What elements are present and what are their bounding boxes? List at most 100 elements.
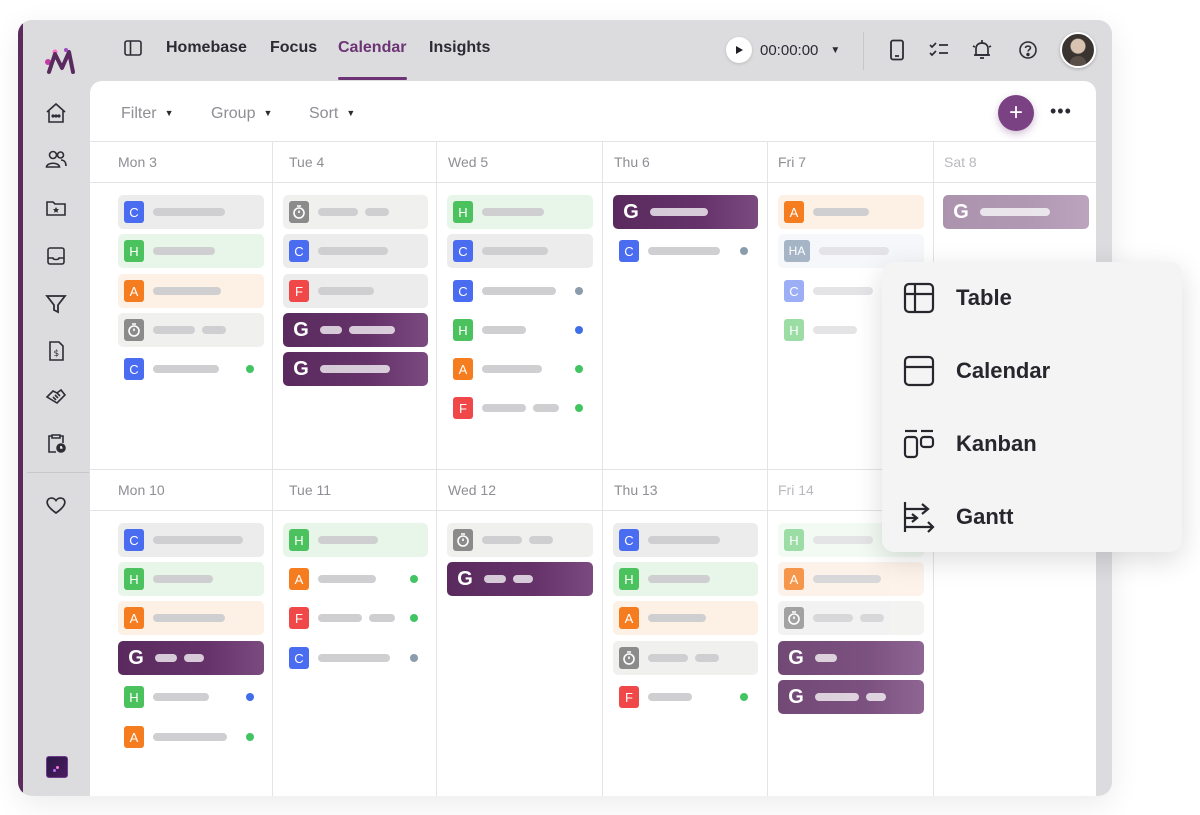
sort-dropdown[interactable]: Sort ▼: [309, 105, 355, 123]
event-title-placeholder: [813, 536, 873, 544]
event-card[interactable]: C: [613, 234, 758, 268]
google-event-card[interactable]: G: [778, 680, 924, 714]
home-icon[interactable]: [43, 100, 69, 126]
event-card[interactable]: F: [447, 391, 593, 425]
filter-icon[interactable]: [43, 291, 69, 317]
task-checklist-icon[interactable]: [927, 38, 951, 62]
menu-item-table[interactable]: Table: [902, 278, 1012, 318]
event-type-badge: A: [784, 201, 804, 223]
status-dot: [246, 365, 254, 373]
event-card[interactable]: H: [613, 562, 758, 596]
event-card[interactable]: H: [447, 195, 593, 229]
tab-homebase[interactable]: Homebase: [166, 39, 247, 57]
event-card[interactable]: A: [118, 720, 264, 754]
event-title-placeholder: [155, 654, 177, 662]
people-icon[interactable]: [43, 146, 69, 172]
event-card[interactable]: A: [118, 274, 264, 308]
workspace-switcher[interactable]: [46, 756, 68, 778]
event-card[interactable]: C: [118, 523, 264, 557]
status-dot: [246, 693, 254, 701]
tab-insights[interactable]: Insights: [429, 39, 490, 57]
event-type-badge: C: [619, 529, 639, 551]
sidebar-toggle-icon[interactable]: [124, 40, 142, 56]
event-card[interactable]: [447, 523, 593, 557]
menu-item-kanban[interactable]: Kanban: [902, 424, 1037, 464]
event-title-placeholder: [813, 326, 857, 334]
event-type-badge: H: [124, 568, 144, 590]
chevron-down-icon: ▼: [263, 108, 273, 118]
menu-item-gantt[interactable]: Gantt: [902, 497, 1013, 537]
more-options-icon[interactable]: •••: [1050, 101, 1072, 122]
notification-bell-icon[interactable]: [970, 38, 994, 62]
event-card[interactable]: A: [778, 562, 924, 596]
starred-folder-icon[interactable]: [43, 195, 69, 221]
event-card[interactable]: [778, 601, 924, 635]
event-title-placeholder: [648, 575, 710, 583]
event-card[interactable]: H: [447, 313, 593, 347]
event-card[interactable]: H: [118, 562, 264, 596]
event-card[interactable]: C: [447, 274, 593, 308]
kanban-icon: [903, 429, 935, 459]
event-card[interactable]: C: [613, 523, 758, 557]
event-title-placeholder: [482, 326, 526, 334]
event-card[interactable]: A: [283, 562, 428, 596]
app-logo-icon[interactable]: [42, 46, 78, 76]
event-card[interactable]: [613, 641, 758, 675]
tab-calendar[interactable]: Calendar: [338, 39, 406, 57]
filter-dropdown[interactable]: Filter ▼: [121, 105, 173, 123]
event-card[interactable]: [118, 313, 264, 347]
clipboard-clock-icon[interactable]: [43, 430, 69, 456]
favorites-heart-icon[interactable]: [43, 492, 69, 518]
event-card[interactable]: F: [613, 680, 758, 714]
event-card[interactable]: [283, 195, 428, 229]
event-title-placeholder: [153, 247, 215, 255]
event-card[interactable]: C: [283, 234, 428, 268]
google-event-card[interactable]: G: [283, 352, 428, 386]
event-title-placeholder: [513, 575, 533, 583]
group-dropdown[interactable]: Group ▼: [211, 105, 272, 123]
event-card[interactable]: C: [118, 352, 264, 386]
event-card[interactable]: A: [778, 195, 924, 229]
google-event-card[interactable]: G: [613, 195, 758, 229]
day-header: Mon 10: [118, 482, 165, 498]
event-card[interactable]: H: [118, 234, 264, 268]
handshake-icon[interactable]: [43, 384, 69, 410]
event-type-badge: C: [784, 280, 804, 302]
google-icon: G: [788, 646, 804, 669]
event-title-placeholder: [153, 208, 225, 216]
mobile-device-icon[interactable]: [885, 38, 909, 62]
status-dot: [740, 247, 748, 255]
menu-item-label: Kanban: [956, 431, 1037, 456]
timer-control[interactable]: 00:00:00 ▼: [726, 37, 840, 63]
event-card[interactable]: H: [283, 523, 428, 557]
menu-item-calendar[interactable]: Calendar: [902, 351, 1050, 391]
event-card[interactable]: H: [118, 680, 264, 714]
event-card[interactable]: A: [447, 352, 593, 386]
event-card[interactable]: A: [118, 601, 264, 635]
event-card[interactable]: F: [283, 601, 428, 635]
add-button[interactable]: +: [998, 95, 1034, 131]
google-event-card[interactable]: G: [778, 641, 924, 675]
tab-focus[interactable]: Focus: [270, 39, 317, 57]
user-avatar[interactable]: [1060, 32, 1096, 68]
event-card[interactable]: A: [613, 601, 758, 635]
event-title-placeholder: [648, 247, 720, 255]
play-icon[interactable]: [726, 37, 752, 63]
google-event-card[interactable]: G: [283, 313, 428, 347]
invoice-icon[interactable]: $: [43, 338, 69, 364]
chevron-down-icon[interactable]: ▼: [830, 45, 840, 56]
event-type-badge: A: [784, 568, 804, 590]
event-title-placeholder: [980, 208, 1050, 216]
inbox-icon[interactable]: [43, 243, 69, 269]
event-card[interactable]: F: [283, 274, 428, 308]
google-event-card[interactable]: G: [118, 641, 264, 675]
event-card[interactable]: C: [447, 234, 593, 268]
event-card[interactable]: C: [283, 641, 428, 675]
event-card[interactable]: C: [118, 195, 264, 229]
event-title-placeholder: [318, 575, 376, 583]
event-title-placeholder: [815, 693, 859, 701]
google-event-card[interactable]: G: [943, 195, 1089, 229]
google-event-card[interactable]: G: [447, 562, 593, 596]
help-icon[interactable]: [1016, 38, 1040, 62]
event-title-placeholder: [533, 404, 559, 412]
